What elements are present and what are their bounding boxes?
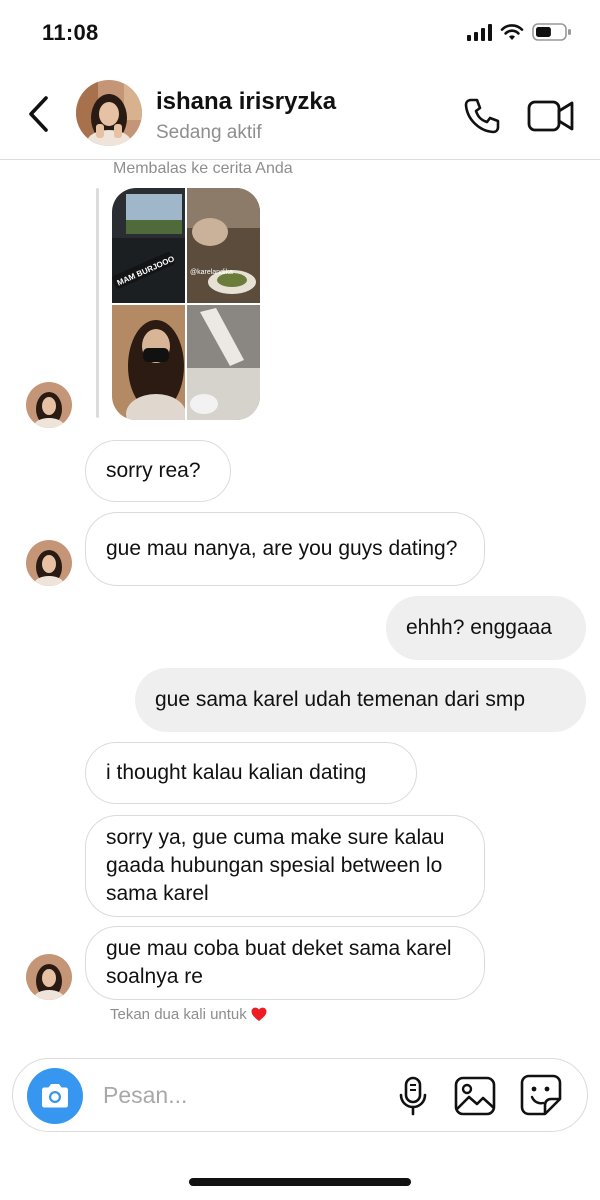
heart-icon bbox=[251, 1007, 267, 1021]
wifi-icon bbox=[500, 24, 524, 40]
cellular-signal-icon bbox=[467, 23, 492, 41]
voice-message-button[interactable] bbox=[393, 1075, 433, 1117]
message-bubble-incoming[interactable]: i thought kalau kalian dating bbox=[85, 742, 417, 804]
camera-icon bbox=[42, 1084, 68, 1108]
video-call-button[interactable] bbox=[526, 96, 576, 136]
reply-indicator-bar bbox=[96, 188, 99, 418]
gallery-icon bbox=[454, 1076, 496, 1116]
message-bubble-incoming[interactable]: sorry rea? bbox=[85, 440, 231, 502]
status-time: 11:08 bbox=[42, 20, 99, 45]
status-icons bbox=[467, 22, 572, 42]
contact-avatar[interactable] bbox=[76, 80, 142, 146]
chat-header: ishana irisryzka Sedang aktif bbox=[0, 68, 600, 160]
message-bubble-incoming[interactable]: gue mau nanya, are you guys dating? bbox=[85, 512, 485, 586]
status-bar: 11:08 bbox=[0, 0, 600, 68]
story-reply-label: Membalas ke cerita Anda bbox=[113, 160, 293, 177]
message-bubble-outgoing[interactable]: ehhh? enggaaa bbox=[386, 596, 586, 660]
message-bubble-outgoing[interactable]: gue sama karel udah temenan dari smp bbox=[135, 668, 586, 732]
battery-icon bbox=[532, 23, 571, 41]
sender-avatar[interactable] bbox=[26, 540, 72, 586]
home-indicator[interactable] bbox=[189, 1178, 411, 1186]
message-text: i thought kalau kalian dating bbox=[106, 761, 367, 784]
video-camera-icon bbox=[527, 100, 574, 132]
sticker-button[interactable] bbox=[519, 1073, 563, 1117]
camera-button[interactable] bbox=[27, 1068, 83, 1124]
story-thumbnail[interactable]: MAM BURJOOO @karelandika bbox=[112, 188, 260, 420]
message-text: sorry rea? bbox=[106, 459, 201, 482]
double-tap-hint: Tekan dua kali untuk bbox=[110, 1006, 267, 1023]
voice-call-button[interactable] bbox=[462, 96, 502, 136]
active-status: Sedang aktif bbox=[156, 122, 262, 143]
message-text: gue mau nanya, are you guys dating? bbox=[106, 537, 458, 560]
sender-avatar[interactable] bbox=[26, 382, 72, 428]
message-bubble-incoming[interactable]: sorry ya, gue cuma make sure kalau gaada… bbox=[85, 815, 485, 917]
contact-name[interactable]: ishana irisryzka bbox=[156, 88, 336, 116]
gallery-button[interactable] bbox=[453, 1075, 497, 1117]
message-composer bbox=[12, 1058, 588, 1132]
microphone-icon bbox=[399, 1076, 427, 1116]
message-bubble-incoming[interactable]: gue mau coba buat deket sama karel soaln… bbox=[85, 926, 485, 1000]
double-tap-hint-text: Tekan dua kali untuk bbox=[110, 1006, 247, 1023]
story-tag-text: @karelandika bbox=[190, 269, 233, 276]
message-text: sorry ya, gue cuma make sure kalau gaada… bbox=[106, 826, 445, 905]
message-text: gue mau coba buat deket sama karel soaln… bbox=[106, 937, 452, 988]
message-input[interactable] bbox=[103, 1077, 373, 1113]
message-text: gue sama karel udah temenan dari smp bbox=[155, 688, 526, 711]
phone-icon bbox=[464, 98, 500, 134]
sticker-icon bbox=[520, 1074, 562, 1116]
sender-avatar[interactable] bbox=[26, 954, 72, 1000]
chevron-left-icon bbox=[29, 96, 48, 132]
back-button[interactable] bbox=[20, 92, 56, 136]
message-text: ehhh? enggaaa bbox=[406, 616, 552, 639]
